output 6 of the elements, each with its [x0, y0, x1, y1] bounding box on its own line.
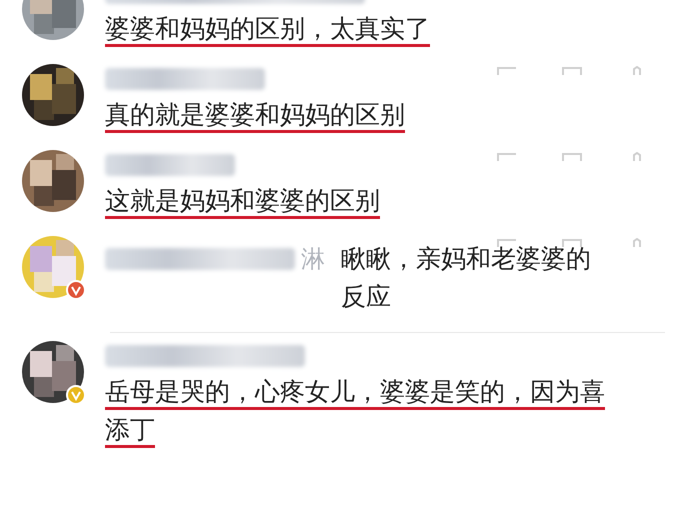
comment-text: 婆婆和妈妈的区别，太真实了 — [105, 14, 430, 43]
comment-text: 真的就是婆婆和妈妈的区别 — [105, 100, 405, 129]
comment-text: 瞅瞅，亲妈和老婆婆的反应 — [341, 244, 591, 311]
comment-text: 这就是妈妈和婆婆的区别 — [105, 186, 380, 215]
comment-text: 岳母是哭的，心疼女儿，婆婆是笑的，因为喜添丁 — [105, 377, 605, 444]
username: 淋 — [301, 244, 325, 275]
